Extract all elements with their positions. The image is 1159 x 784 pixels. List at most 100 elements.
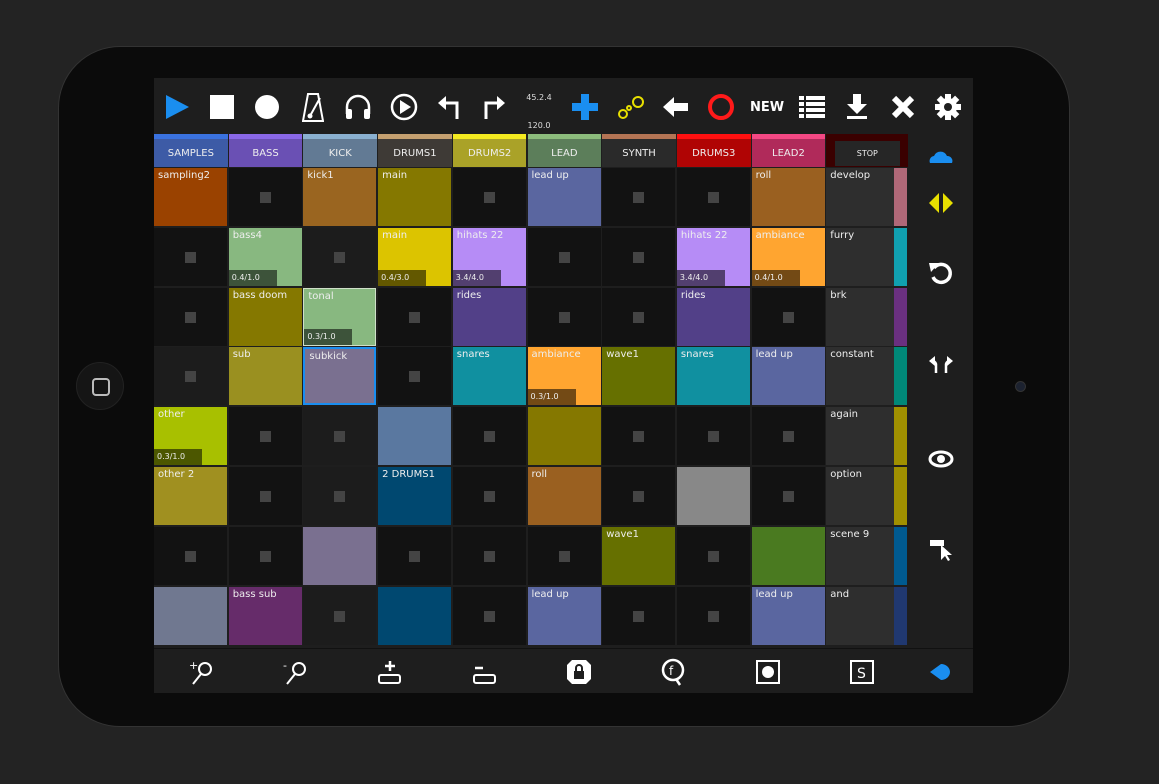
clip[interactable]: lead up xyxy=(751,347,825,406)
empty-clip-slot[interactable] xyxy=(228,407,302,466)
play-icon[interactable] xyxy=(160,90,194,124)
track-header-lead2[interactable]: LEAD2 xyxy=(751,134,826,167)
empty-clip-slot[interactable] xyxy=(751,287,825,346)
remove-row-icon[interactable] xyxy=(468,655,502,689)
empty-clip-slot[interactable] xyxy=(602,168,676,226)
clip[interactable] xyxy=(527,407,601,466)
redo-icon[interactable] xyxy=(477,90,511,124)
clip[interactable]: lead up xyxy=(527,586,601,645)
empty-clip-slot[interactable] xyxy=(452,407,526,466)
eye-icon[interactable] xyxy=(924,444,958,474)
clip[interactable]: roll xyxy=(751,168,825,226)
clip[interactable]: bass doom xyxy=(228,287,302,346)
swap-arrows-icon[interactable] xyxy=(924,188,958,218)
clip[interactable]: ambiance 0.3/1.0 xyxy=(527,347,601,406)
empty-clip-slot[interactable] xyxy=(602,227,676,286)
scene-launch[interactable]: constant xyxy=(826,347,895,406)
headphones-icon[interactable] xyxy=(341,90,375,124)
scene-launch[interactable]: again xyxy=(826,407,895,466)
clip[interactable] xyxy=(378,586,452,645)
clip[interactable] xyxy=(303,526,377,585)
clip[interactable]: hihats 22 3.4/4.0 xyxy=(452,227,526,286)
clip[interactable]: snares xyxy=(452,347,526,406)
scene-launch[interactable]: brk xyxy=(826,287,895,346)
empty-clip-slot[interactable] xyxy=(378,526,452,585)
empty-clip-slot[interactable] xyxy=(228,526,302,585)
add-icon[interactable] xyxy=(568,90,602,124)
empty-clip-slot[interactable] xyxy=(602,586,676,645)
empty-clip-slot[interactable] xyxy=(676,168,750,226)
empty-clip-slot[interactable] xyxy=(527,287,601,346)
empty-clip-slot[interactable] xyxy=(228,467,302,525)
empty-clip-slot[interactable] xyxy=(602,287,676,346)
empty-clip-slot[interactable] xyxy=(527,526,601,585)
empty-clip-slot[interactable] xyxy=(154,227,227,286)
zoom-in-icon[interactable]: + xyxy=(185,655,219,689)
empty-clip-slot[interactable] xyxy=(378,347,452,406)
clip[interactable]: wave1 xyxy=(602,347,676,406)
empty-clip-slot[interactable] xyxy=(751,467,825,525)
refresh-icon[interactable] xyxy=(924,258,958,288)
empty-clip-slot[interactable] xyxy=(676,526,750,585)
clip[interactable]: rides xyxy=(676,287,750,346)
clip[interactable]: sampling2 xyxy=(154,168,227,226)
chain-icon[interactable] xyxy=(614,90,648,124)
clip[interactable] xyxy=(154,586,227,645)
empty-clip-slot[interactable] xyxy=(303,227,377,286)
new-button[interactable]: NEW xyxy=(750,90,784,124)
clip[interactable]: other 0.3/1.0 xyxy=(154,407,227,466)
scene-launch[interactable]: option xyxy=(826,467,895,525)
scene-launch[interactable]: and xyxy=(826,586,895,645)
record-icon[interactable] xyxy=(250,90,284,124)
record-square-icon[interactable] xyxy=(751,655,785,689)
track-header-kick[interactable]: KICK xyxy=(303,134,378,167)
undo-icon[interactable] xyxy=(432,90,466,124)
clip[interactable]: other 2 xyxy=(154,467,227,525)
empty-clip-slot[interactable] xyxy=(452,526,526,585)
empty-clip-slot[interactable] xyxy=(228,168,302,226)
track-header-samples[interactable]: SAMPLES xyxy=(154,134,228,167)
clip[interactable] xyxy=(751,526,825,585)
clip[interactable]: 2 DRUMS1 xyxy=(378,467,452,525)
gear-icon[interactable] xyxy=(931,90,965,124)
track-header-drums1[interactable]: DRUMS1 xyxy=(378,134,452,167)
track-header-lead[interactable]: LEAD xyxy=(527,134,602,167)
undo-redo-icon[interactable] xyxy=(924,350,958,380)
clip[interactable]: lead up xyxy=(751,586,825,645)
clip[interactable] xyxy=(676,467,750,525)
blue-drop-icon[interactable] xyxy=(925,655,959,689)
select-cursor-icon[interactable] xyxy=(924,534,958,564)
scene-launch[interactable]: develop xyxy=(826,168,895,226)
home-button[interactable] xyxy=(76,362,124,410)
empty-clip-slot[interactable] xyxy=(452,168,526,226)
empty-clip-slot[interactable] xyxy=(751,407,825,466)
clip[interactable]: lead up xyxy=(527,168,601,226)
clip[interactable]: main xyxy=(378,168,452,226)
stop-icon[interactable] xyxy=(205,90,239,124)
clip[interactable]: subkick xyxy=(303,347,377,406)
empty-clip-slot[interactable] xyxy=(154,287,227,346)
cloud-icon[interactable] xyxy=(924,142,958,172)
scene-launch[interactable]: furry xyxy=(826,227,895,286)
empty-clip-slot[interactable] xyxy=(378,287,452,346)
empty-clip-slot[interactable] xyxy=(154,347,227,406)
metronome-icon[interactable] xyxy=(296,90,330,124)
empty-clip-slot[interactable] xyxy=(527,227,601,286)
session-icon[interactable]: S xyxy=(845,655,879,689)
empty-clip-slot[interactable] xyxy=(303,467,377,525)
zoom-out-icon[interactable]: - xyxy=(279,655,313,689)
empty-clip-slot[interactable] xyxy=(602,407,676,466)
add-row-icon[interactable] xyxy=(373,655,407,689)
track-header-drums3[interactable]: DRUMS3 xyxy=(676,134,751,167)
clip[interactable]: rides xyxy=(452,287,526,346)
scene-launch[interactable]: scene 9 xyxy=(826,526,895,585)
clip[interactable]: wave1 xyxy=(602,526,676,585)
clip[interactable]: kick1 xyxy=(303,168,377,226)
empty-clip-slot[interactable] xyxy=(452,586,526,645)
clip[interactable]: hihats 22 3.4/4.0 xyxy=(676,227,750,286)
stop-all-button[interactable]: STOP xyxy=(826,134,909,167)
play-circle-icon[interactable] xyxy=(387,90,421,124)
empty-clip-slot[interactable] xyxy=(303,586,377,645)
clip[interactable]: main 0.4/3.0 xyxy=(378,227,452,286)
track-header-drums2[interactable]: DRUMS2 xyxy=(452,134,527,167)
